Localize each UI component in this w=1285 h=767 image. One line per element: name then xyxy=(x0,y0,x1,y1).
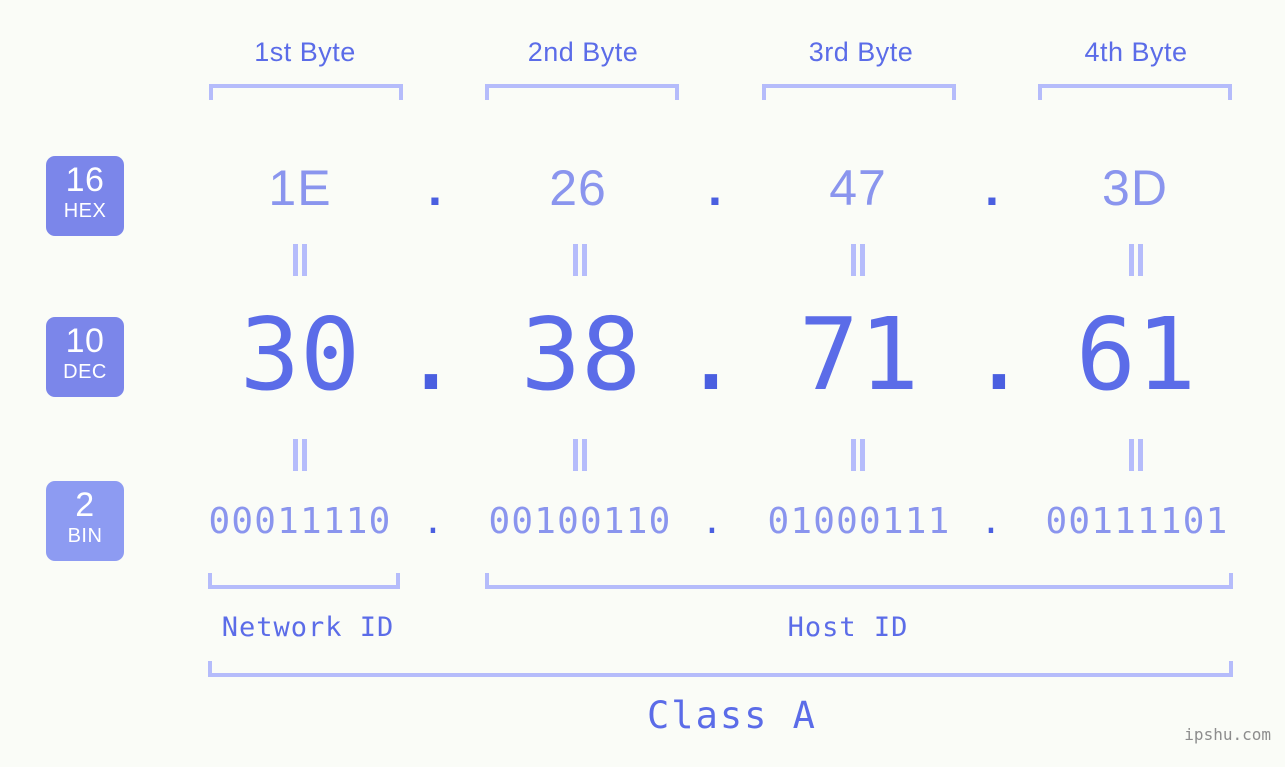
bin-octet-4: 00111101 xyxy=(1045,501,1229,542)
dec-separator-1: . xyxy=(400,296,462,413)
byte-bracket-top-3 xyxy=(762,84,956,100)
hex-octet-3: 47 xyxy=(829,160,887,216)
bin-separator-2: . xyxy=(701,501,723,542)
host-id-label: Host ID xyxy=(787,612,909,643)
host-id-bracket xyxy=(485,573,1233,589)
bin-octet-3: 01000111 xyxy=(767,501,951,542)
bin-octet-2: 00100110 xyxy=(488,501,672,542)
network-id-bracket xyxy=(208,573,400,589)
byte-header-3: 3rd Byte xyxy=(808,37,914,67)
byte-header-2: 2nd Byte xyxy=(527,37,639,67)
ip-address-breakdown-diagram: 1st Byte 2nd Byte 3rd Byte 4th Byte 16 H… xyxy=(0,0,1285,767)
class-label: Class A xyxy=(647,694,817,737)
network-id-label: Network ID xyxy=(221,612,395,643)
hex-octet-4: 3D xyxy=(1102,160,1168,216)
dec-octet-3: 71 xyxy=(798,296,920,413)
hex-value-row: 1E . 26 . 47 . 3D xyxy=(0,158,1285,218)
dec-separator-2: . xyxy=(680,296,742,413)
dec-octet-1: 30 xyxy=(239,296,361,413)
bin-value-row: 00011110 . 00100110 . 01000111 . 0011110… xyxy=(0,500,1285,546)
dec-octet-4: 61 xyxy=(1075,296,1197,413)
byte-bracket-top-4 xyxy=(1038,84,1232,100)
byte-bracket-top-2 xyxy=(485,84,679,100)
byte-bracket-top-1 xyxy=(209,84,403,100)
dec-value-row: 30 . 38 . 71 . 61 xyxy=(0,300,1285,415)
dec-octet-2: 38 xyxy=(520,296,642,413)
byte-header-4: 4th Byte xyxy=(1084,37,1188,67)
bin-separator-3: . xyxy=(980,501,1002,542)
hex-octet-2: 26 xyxy=(549,160,607,216)
site-watermark: ipshu.com xyxy=(1184,725,1271,744)
bin-separator-1: . xyxy=(422,501,444,542)
byte-header-1: 1st Byte xyxy=(254,37,356,67)
class-bracket xyxy=(208,661,1233,677)
bin-octet-1: 00011110 xyxy=(208,501,392,542)
hex-octet-1: 1E xyxy=(268,160,332,216)
